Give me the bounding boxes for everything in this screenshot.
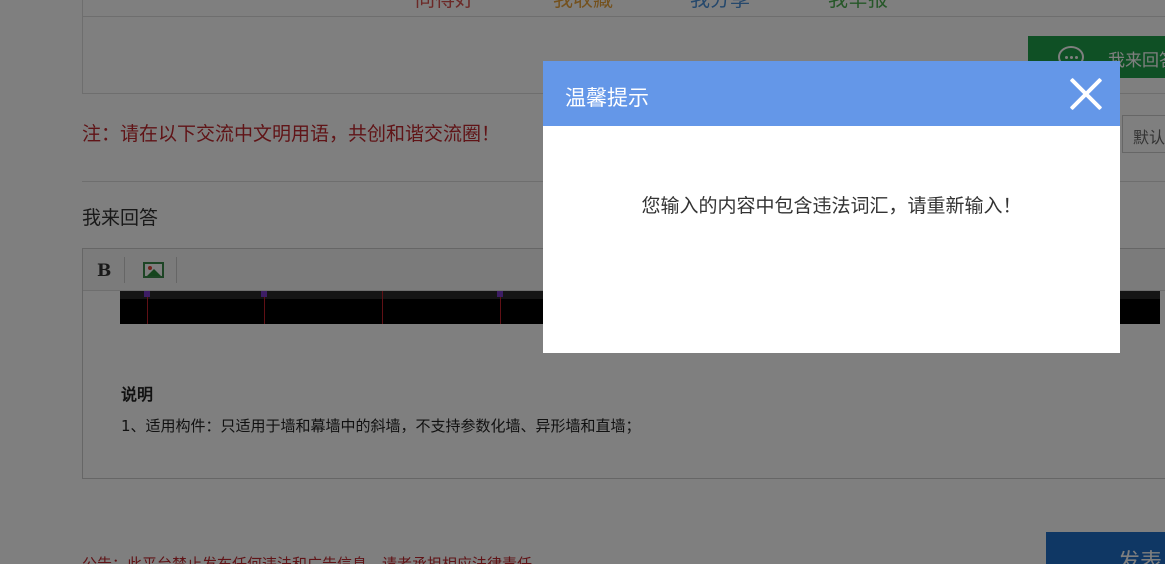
close-icon[interactable]	[1067, 75, 1105, 113]
dialog-header: 温馨提示	[543, 61, 1120, 126]
alert-dialog: 温馨提示 您输入的内容中包含违法词汇，请重新输入！	[543, 61, 1120, 353]
dialog-title: 温馨提示	[565, 86, 649, 110]
dialog-message: 您输入的内容中包含违法词汇，请重新输入！	[641, 195, 1022, 217]
